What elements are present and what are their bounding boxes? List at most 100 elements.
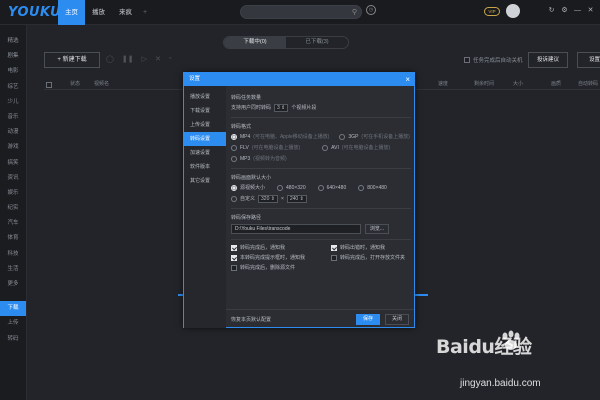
dialog-close-icon[interactable]: × xyxy=(405,73,410,86)
browse-button[interactable]: 浏览... xyxy=(365,224,389,234)
sidebar-item[interactable]: 音乐 xyxy=(0,110,26,125)
tab-downloaded[interactable]: 已下载(3) xyxy=(286,37,348,48)
tab-play[interactable]: 播放 xyxy=(85,0,112,25)
size-480-radio[interactable] xyxy=(277,185,284,191)
sidebar-item[interactable]: 纪实 xyxy=(0,201,26,216)
tab-home[interactable]: 主页 xyxy=(58,0,85,25)
save-button[interactable]: 保存 xyxy=(356,314,380,325)
play-icon[interactable]: ▷ xyxy=(142,55,147,63)
nav-upload-settings[interactable]: 上传设置 xyxy=(184,118,226,132)
dialog-title-bar: 设置 × xyxy=(184,73,414,86)
pause-icon[interactable]: ❚❚ xyxy=(122,55,134,63)
size-640-radio[interactable] xyxy=(317,185,324,191)
youku-logo: YOUKU xyxy=(8,5,62,20)
youku-app: YOUKU 主页 播放 来疯 + ⚲ ◷ VIP ↻ ⚙ — ✕ 精选 剧集 电… xyxy=(0,0,600,400)
nav-accelerate-settings[interactable]: 加速设置 xyxy=(184,146,226,160)
tab-laifeng[interactable]: 来疯 xyxy=(112,0,139,25)
settings-button[interactable]: 设置 xyxy=(577,52,600,68)
option-item[interactable]: 转码完成后，通知我 xyxy=(231,244,331,252)
size-source-radio[interactable] xyxy=(231,185,237,191)
search-input[interactable]: ⚲ xyxy=(240,5,362,19)
format-row: FLV (可在电脑设备上播放) AVI (可在电脑设备上播放) xyxy=(231,144,411,152)
sidebar-item[interactable]: 剧集 xyxy=(0,49,26,64)
add-tab-button[interactable]: + xyxy=(139,0,151,25)
minimize-icon[interactable]: — xyxy=(573,6,582,16)
settings-dialog: 设置 × 播放设置 下载设置 上传设置 转码设置 加速设置 软件版本 其它设置 … xyxy=(183,72,415,328)
sidebar-item[interactable]: 汽车 xyxy=(0,216,26,231)
format-mp4-hint: (可在电脑、Apple移动设备上播放) xyxy=(253,134,330,140)
nav-transcode-settings[interactable]: 转码设置 xyxy=(184,132,226,146)
watermark-url: jingyan.baidu.com xyxy=(460,378,541,389)
sidebar: 精选 剧集 电影 综艺 少儿 音乐 动漫 游戏 搞笑 资讯 娱乐 纪实 汽车 体… xyxy=(0,25,27,400)
size-title: 转码画面默认大小 xyxy=(231,175,272,181)
delete-icon[interactable]: ✕ xyxy=(155,55,161,63)
close-button[interactable]: 关闭 xyxy=(385,314,409,325)
option-item[interactable]: 转码完成后，删除源文件 xyxy=(231,264,331,272)
sidebar-item[interactable]: 更多 xyxy=(0,277,26,292)
option-item[interactable]: 转码完成后，打开存放文件夹 xyxy=(331,254,411,262)
start-icon[interactable]: ◯ xyxy=(106,55,114,63)
sidebar-item[interactable]: 动漫 xyxy=(0,125,26,140)
size-custom-label: 自定义 xyxy=(240,196,256,202)
option-item[interactable]: 转码出错时，通知我 xyxy=(331,244,411,252)
task-count-prefix: 支持用户同时转码 xyxy=(231,105,272,111)
option-checkbox[interactable] xyxy=(231,255,237,261)
format-mp4-radio[interactable] xyxy=(231,134,237,140)
new-download-label: 新建下载 xyxy=(62,57,87,63)
task-count-stepper[interactable]: 3 ⇕ xyxy=(274,104,289,112)
sidebar-item[interactable]: 科技 xyxy=(0,247,26,262)
format-avi-radio[interactable] xyxy=(322,145,329,151)
format-mp3-radio[interactable] xyxy=(231,156,237,162)
nav-software-version[interactable]: 软件版本 xyxy=(184,160,226,174)
gear-icon[interactable]: ⚙ xyxy=(560,6,569,16)
sidebar-item[interactable]: 生活 xyxy=(0,262,26,277)
size-800-radio[interactable] xyxy=(358,185,365,191)
sidebar-item[interactable]: 搞笑 xyxy=(0,156,26,171)
close-icon[interactable]: ✕ xyxy=(586,6,595,16)
sidebar-item[interactable]: 精选 xyxy=(0,34,26,49)
format-title: 转码格式 xyxy=(231,124,252,130)
restore-defaults-link[interactable]: 恢复本页默认配置 xyxy=(231,316,271,323)
search-icon[interactable]: ⚲ xyxy=(352,8,357,16)
custom-height-stepper[interactable]: 240 ⇕ xyxy=(286,195,307,203)
sidebar-item[interactable]: 少儿 xyxy=(0,95,26,110)
refresh-icon[interactable]: ↻ xyxy=(547,6,556,16)
option-checkbox[interactable] xyxy=(231,245,237,251)
task-count-title: 转码任务数量 xyxy=(231,95,262,101)
sidebar-item[interactable]: 综艺 xyxy=(0,80,26,95)
tab-downloading[interactable]: 下载中(0) xyxy=(224,37,286,48)
option-item[interactable]: 本转码完成提示框时，通知我 xyxy=(231,254,331,262)
baidu-jingyan-watermark: Baidu经验 jingyan.baidu.com xyxy=(430,330,600,400)
format-3gp-radio[interactable] xyxy=(339,134,346,140)
sidebar-item-transcode[interactable]: 转码 xyxy=(0,332,26,347)
option-checkbox[interactable] xyxy=(231,265,237,271)
history-clock-icon[interactable]: ◷ xyxy=(366,5,376,15)
avatar[interactable] xyxy=(506,4,520,18)
new-download-button[interactable]: + 新建下载 xyxy=(44,52,100,68)
sidebar-item[interactable]: 资讯 xyxy=(0,171,26,186)
option-checkbox[interactable] xyxy=(331,245,337,251)
dialog-title: 设置 xyxy=(189,76,201,82)
sidebar-item[interactable]: 游戏 xyxy=(0,140,26,155)
sidebar-item[interactable]: 电影 xyxy=(0,64,26,79)
sidebar-item-upload[interactable]: 上传 xyxy=(0,316,26,331)
sidebar-item[interactable]: 娱乐 xyxy=(0,186,26,201)
sidebar-item[interactable]: 体育 xyxy=(0,231,26,246)
nav-play-settings[interactable]: 播放设置 xyxy=(184,90,226,104)
size-custom-radio[interactable] xyxy=(231,196,237,202)
folder-icon[interactable]: ▫ xyxy=(169,55,171,63)
auto-shutdown-checkbox[interactable] xyxy=(464,57,470,63)
format-3gp-label: 3GP xyxy=(348,134,359,140)
top-nav: 主页 播放 来疯 + xyxy=(58,0,151,25)
feedback-button[interactable]: 投诉建议 xyxy=(528,52,568,68)
save-path-input[interactable]: D:\Youku Files\transcode xyxy=(231,224,361,234)
format-flv-radio[interactable] xyxy=(231,145,237,151)
column-auto-transcode: 自动转码 xyxy=(578,81,599,87)
nav-download-settings[interactable]: 下载设置 xyxy=(184,104,226,118)
option-checkbox[interactable] xyxy=(331,255,337,261)
auto-shutdown-option[interactable]: 任务完成后自动关机 xyxy=(464,56,523,64)
sidebar-item-download[interactable]: 下载 xyxy=(0,301,26,317)
vip-badge[interactable]: VIP xyxy=(484,7,500,16)
custom-width-stepper[interactable]: 320 ⇕ xyxy=(258,195,278,203)
nav-other-settings[interactable]: 其它设置 xyxy=(184,174,226,188)
